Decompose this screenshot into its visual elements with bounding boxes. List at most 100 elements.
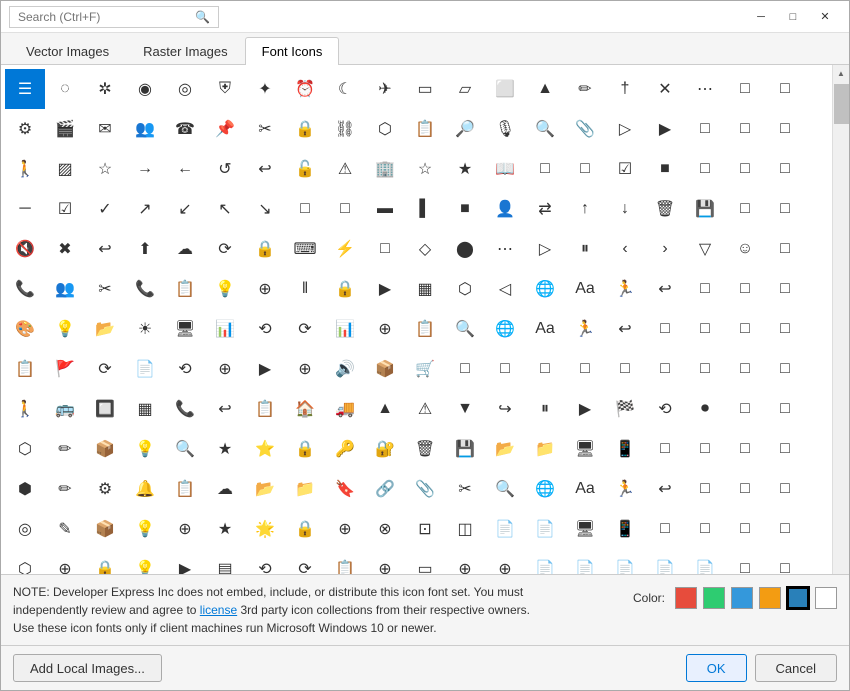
icon-cell[interactable]: 💡 [125,509,165,549]
icon-cell[interactable]: 🚩 [45,349,85,389]
icon-cell[interactable]: 📁 [285,469,325,509]
icon-cell[interactable]: 🔓 [285,149,325,189]
icon-cell[interactable]: 🔎 [445,109,485,149]
icon-cell[interactable]: 📋 [325,549,365,574]
icon-cell[interactable]: □ [725,309,765,349]
icon-cell[interactable]: 📊 [325,309,365,349]
icon-cell[interactable]: ✉ [85,109,125,149]
icon-cell[interactable]: □ [685,469,725,509]
icon-cell[interactable]: □ [725,509,765,549]
icon-cell[interactable]: ↑ [565,189,605,229]
icon-cell[interactable]: ⌨ [285,229,325,269]
icon-cell[interactable]: 📞 [125,269,165,309]
icon-cell[interactable]: ☎ [165,109,205,149]
icon-cell[interactable]: □ [765,389,805,429]
icon-cell[interactable]: ▦ [125,389,165,429]
icon-cell[interactable]: → [125,149,165,189]
icon-cell[interactable]: ↺ [205,149,245,189]
icon-cell[interactable]: ☺ [725,229,765,269]
scroll-up-button[interactable]: ▲ [833,65,850,82]
icon-cell[interactable]: 🔲 [85,389,125,429]
icon-cell[interactable]: 🔍 [445,309,485,349]
icon-cell[interactable]: ↩ [605,309,645,349]
cancel-button[interactable]: Cancel [755,654,837,682]
icon-cell[interactable]: □ [765,469,805,509]
icon-cell[interactable]: 👥 [45,269,85,309]
icon-cell[interactable]: 🔒 [85,549,125,574]
icon-cell[interactable]: 📂 [245,469,285,509]
icon-cell[interactable]: □ [765,189,805,229]
icon-cell[interactable]: 📖 [485,149,525,189]
icon-cell[interactable]: □ [685,429,725,469]
icon-cell[interactable]: 📦 [365,349,405,389]
icon-cell[interactable]: ▦ [405,269,445,309]
icon-cell[interactable]: 📋 [405,109,445,149]
icon-cell[interactable]: ↪ [485,389,525,429]
icon-cell[interactable]: 📞 [5,269,45,309]
icon-cell[interactable]: 🌐 [525,269,565,309]
icon-cell[interactable]: ▷ [605,109,645,149]
icon-cell[interactable]: □ [565,149,605,189]
icon-cell[interactable]: 🔗 [365,469,405,509]
icon-cell[interactable]: 🔍 [165,429,205,469]
icon-cell[interactable]: ⬡ [365,109,405,149]
icon-cell[interactable]: ✏ [45,429,85,469]
color-swatch-green[interactable] [703,587,725,609]
tab-raster-images[interactable]: Raster Images [126,37,245,65]
icon-cell[interactable]: 📱 [605,429,645,469]
icon-cell[interactable]: 💡 [45,309,85,349]
icon-cell[interactable]: 💡 [125,549,165,574]
icon-cell[interactable]: 🏃 [605,269,645,309]
icon-cell[interactable]: 📋 [405,309,445,349]
icon-cell[interactable]: ◫ [445,509,485,549]
icon-cell[interactable]: ◌ [45,69,85,109]
icon-cell[interactable]: ⏺ [685,389,725,429]
icon-cell[interactable]: ⭐ [245,429,285,469]
icon-cell[interactable]: 📄 [685,549,725,574]
icon-cell[interactable]: ↓ [605,189,645,229]
icon-cell[interactable]: □ [445,349,485,389]
icon-cell[interactable]: ⋯ [685,69,725,109]
icon-cell[interactable]: ☁ [205,469,245,509]
icon-cell[interactable]: ☆ [405,149,445,189]
icon-cell[interactable]: ☰ [5,69,45,109]
icon-cell[interactable]: 🔒 [325,269,365,309]
icon-cell[interactable]: ✂ [245,109,285,149]
icon-cell[interactable]: 🏁 [605,389,645,429]
icon-cell[interactable]: ⟲ [245,309,285,349]
icon-cell[interactable]: 📄 [125,349,165,389]
icon-cell[interactable]: ✖ [45,229,85,269]
icon-cell[interactable]: □ [765,549,805,574]
icon-cell[interactable]: 🎙 [485,109,525,149]
icon-cell[interactable]: 📄 [645,549,685,574]
icon-cell[interactable]: □ [725,389,765,429]
icon-cell[interactable]: □ [765,309,805,349]
search-box[interactable]: 🔍 [9,6,219,28]
icon-cell[interactable]: ⋯ [485,229,525,269]
icon-cell[interactable]: □ [605,349,645,389]
icon-cell[interactable]: ◎ [5,509,45,549]
icon-cell[interactable]: □ [685,149,725,189]
icon-cell[interactable]: ✈ [365,69,405,109]
icon-cell[interactable]: 🖥 [565,429,605,469]
icon-cell[interactable]: □ [685,109,725,149]
icon-cell[interactable]: □ [765,229,805,269]
icon-cell[interactable]: ↖ [205,189,245,229]
icon-cell[interactable]: 📊 [205,309,245,349]
icon-cell[interactable]: ⊕ [365,549,405,574]
icon-cell[interactable]: ◎ [165,69,205,109]
icon-cell[interactable]: ⛓ [325,109,365,149]
icon-cell[interactable]: ⟳ [285,549,325,574]
icon-cell[interactable]: ⬡ [445,269,485,309]
icon-cell[interactable]: 📂 [85,309,125,349]
icon-cell[interactable]: □ [725,69,765,109]
icon-cell[interactable]: ↩ [645,269,685,309]
icon-cell[interactable]: ▲ [365,389,405,429]
icon-cell[interactable]: ▶ [245,349,285,389]
icon-cell[interactable]: 🚚 [325,389,365,429]
icon-cell[interactable]: 📋 [165,269,205,309]
icon-cell[interactable]: ⊕ [365,309,405,349]
icon-cell[interactable]: 📞 [165,389,205,429]
icon-cell[interactable]: □ [725,429,765,469]
icon-cell[interactable]: ▬ [365,189,405,229]
